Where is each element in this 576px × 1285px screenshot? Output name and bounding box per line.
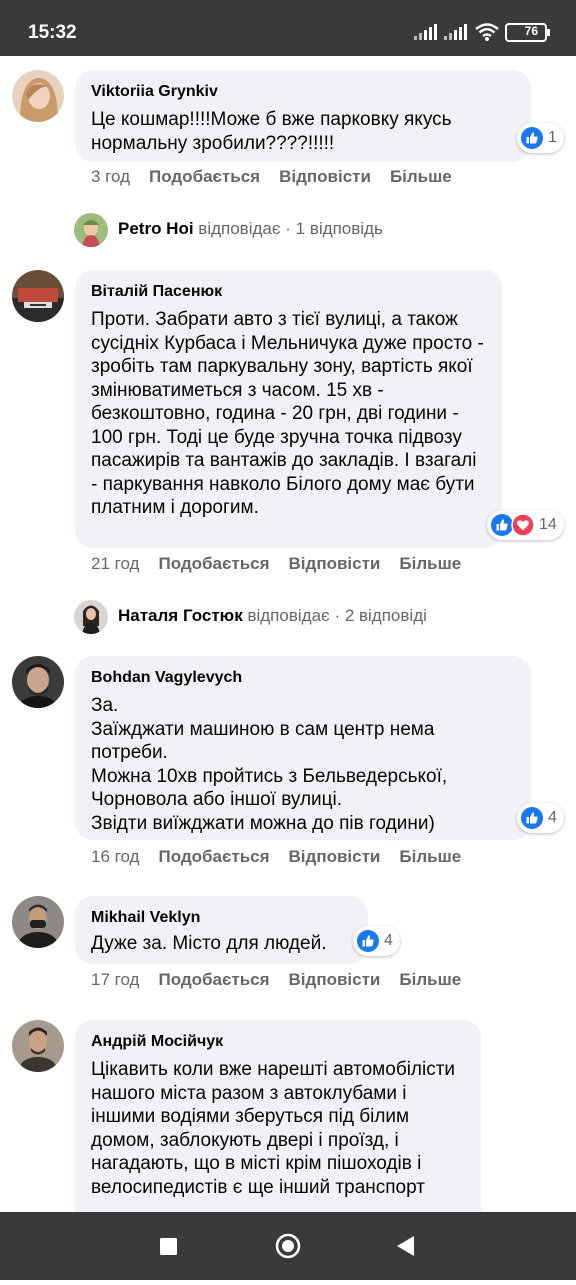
status-time: 15:32: [28, 22, 77, 43]
love-reaction-icon: [511, 513, 535, 537]
comment-actions: 16 год Подобається Відповісти Більше: [91, 847, 480, 867]
like-button[interactable]: Подобається: [158, 554, 269, 573]
comment-bubble[interactable]: Віталій Пасенюк Проти. Забрати авто з ті…: [75, 270, 502, 548]
comment-bubble[interactable]: Mikhail Veklyn Дуже за. Місто для людей.: [75, 896, 368, 964]
comment-actions: 17 год Подобається Відповісти Більше: [91, 970, 480, 990]
comment-text: За. Заїжджати машиною в сам центр нема п…: [91, 694, 515, 835]
comment-author[interactable]: Віталій Пасенюк: [91, 282, 486, 302]
battery-level: 76: [524, 24, 538, 38]
reply-button[interactable]: Відповісти: [289, 847, 381, 866]
avatar[interactable]: [12, 896, 64, 948]
status-bar: 15:32 76: [0, 0, 576, 56]
view-replies-link[interactable]: Petro Hoi відповідає · 1 відповідь: [118, 219, 383, 239]
comments-list[interactable]: Viktoriia Grynkiv Це кошмар!!!!Може б вж…: [0, 56, 576, 1212]
reply-button[interactable]: Відповісти: [289, 554, 381, 573]
view-replies-link[interactable]: Наталя Гостюк відповідає · 2 відповіді: [118, 606, 427, 626]
comment-bubble[interactable]: Viktoriia Grynkiv Це кошмар!!!!Може б вж…: [75, 70, 531, 162]
like-button[interactable]: Подобається: [158, 970, 269, 989]
reply-button[interactable]: Відповісти: [289, 970, 381, 989]
avatar[interactable]: [12, 70, 64, 122]
reaction-count: 14: [539, 516, 557, 533]
comment-text-line: Заїжджати машиною в сам центр нема: [91, 718, 435, 740]
system-icons: 76: [414, 22, 554, 44]
recents-icon[interactable]: [160, 1238, 177, 1255]
back-icon[interactable]: [397, 1236, 414, 1256]
reaction-summary[interactable]: 1: [517, 123, 564, 153]
reaction-count: 1: [548, 129, 557, 146]
comment-actions: 3 год Подобається Відповісти Більше: [91, 167, 471, 187]
comment-time[interactable]: 17 год: [91, 970, 139, 989]
comment-text: Дуже за. Місто для людей.: [91, 933, 327, 954]
reply-author: Наталя Гостюк: [118, 606, 243, 625]
like-reaction-icon: [521, 127, 543, 149]
reply-verb: відповідає: [247, 606, 330, 625]
comment-bubble[interactable]: Андрій Мосійчук Цікавить коли вже нарешт…: [75, 1020, 481, 1212]
comment-time[interactable]: 21 год: [91, 554, 139, 573]
more-button[interactable]: Більше: [399, 970, 461, 989]
reply-avatar[interactable]: [74, 213, 108, 247]
navigation-bar: [0, 1212, 576, 1280]
reaction-count: 4: [384, 932, 393, 949]
reply-button[interactable]: Відповісти: [279, 167, 371, 186]
reply-author: Petro Hoi: [118, 219, 194, 238]
reply-count: · 2 відповіді: [334, 606, 427, 625]
comment-text: Проти. Забрати авто з тієї вулиці, а так…: [91, 309, 484, 518]
more-button[interactable]: Більше: [399, 554, 461, 573]
reply-verb: відповідає: [198, 219, 281, 238]
comment-time[interactable]: 16 год: [91, 847, 139, 866]
like-button[interactable]: Подобається: [158, 847, 269, 866]
comment-author[interactable]: Андрій Мосійчук: [91, 1032, 465, 1052]
avatar[interactable]: [12, 270, 64, 322]
reaction-summary[interactable]: 4: [517, 803, 564, 833]
reply-count: · 1 відповідь: [285, 219, 383, 238]
comment-actions: 21 год Подобається Відповісти Більше: [91, 554, 480, 574]
comment-text-line: Чорновола або іншої вулиці.: [91, 789, 343, 810]
comment-text: Це кошмар!!!!Може б вже парковку якусь н…: [91, 109, 452, 154]
comment-text-line: Можна 10хв пройтись з Бельведерської,: [91, 765, 448, 787]
comment-time[interactable]: 3 год: [91, 167, 130, 186]
comment-text-line: потреби.: [91, 742, 168, 763]
reply-avatar[interactable]: [74, 600, 108, 634]
like-reaction-icon: [521, 807, 543, 829]
comment-text: Цікавить коли вже нарешті автомобілісти …: [91, 1059, 456, 1198]
avatar[interactable]: [12, 656, 64, 708]
more-button[interactable]: Більше: [399, 847, 461, 866]
comment-author[interactable]: Mikhail Veklyn: [91, 908, 352, 928]
reaction-summary[interactable]: 4: [353, 926, 400, 956]
more-button[interactable]: Більше: [390, 167, 452, 186]
comment-author[interactable]: Viktoriia Grynkiv: [91, 82, 515, 102]
comment-text-line: Звідти виїжджати можна до пів години): [91, 812, 435, 834]
like-button[interactable]: Подобається: [149, 167, 260, 186]
reaction-summary[interactable]: 14: [487, 510, 564, 540]
comment-author[interactable]: Bohdan Vagylevych: [91, 668, 515, 688]
like-reaction-icon: [357, 930, 379, 952]
comment-text-line: За.: [91, 695, 119, 716]
avatar[interactable]: [12, 1020, 64, 1072]
reaction-count: 4: [548, 809, 557, 826]
comment-bubble[interactable]: Bohdan Vagylevych За. Заїжджати машиною …: [75, 656, 531, 840]
